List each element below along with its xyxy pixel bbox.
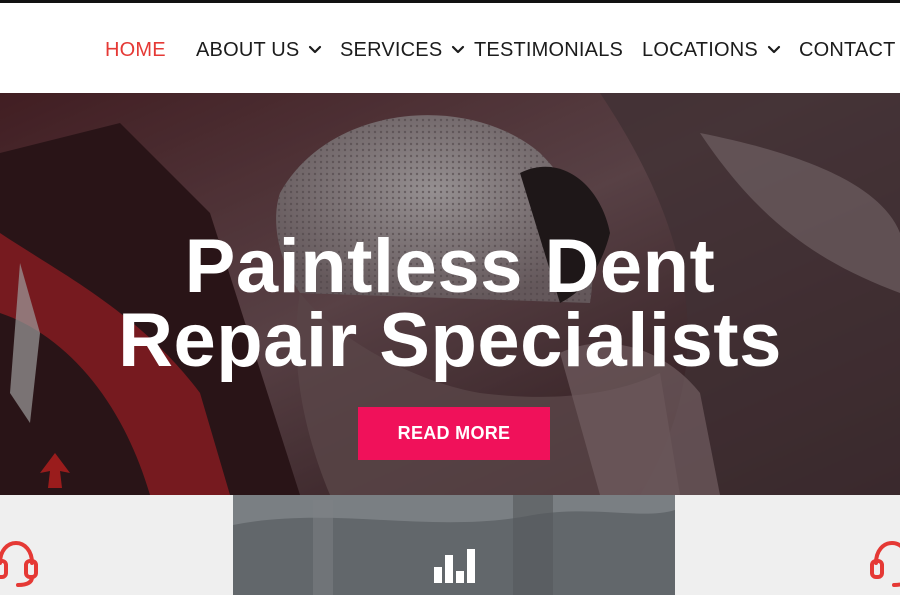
feature-card-left <box>0 495 233 595</box>
nav-item-home[interactable]: HOME <box>105 36 166 64</box>
nav-item-testimonials-label: TESTIMONIALS <box>474 38 624 61</box>
nav-item-contact-us[interactable]: CONTACT US <box>799 36 900 64</box>
headset-icon <box>870 540 900 587</box>
nav-item-testimonials[interactable]: TESTIMONIALS <box>474 36 623 64</box>
hero-title-line-2: Repair Specialists <box>118 298 782 383</box>
hero-title: Paintless Dent Repair Specialists <box>0 224 900 383</box>
nav-item-locations-label: LOCATIONS <box>642 38 758 61</box>
nav-item-about-us[interactable]: ABOUT US <box>196 36 323 64</box>
chevron-down-icon <box>766 42 782 58</box>
nav-item-home-label: HOME <box>105 38 166 61</box>
main-navigation: HOME ABOUT US SERVICES TESTIMONIALS LOCA… <box>0 3 900 93</box>
hero-banner: Paintless Dent Repair Specialists READ M… <box>0 93 900 495</box>
bar-chart-icon <box>434 549 475 583</box>
nav-item-about-us-label: ABOUT US <box>196 38 300 61</box>
chevron-down-icon <box>307 42 323 58</box>
nav-item-services[interactable]: SERVICES <box>340 36 466 64</box>
chevron-down-icon <box>450 42 466 58</box>
read-more-button[interactable]: READ MORE <box>358 407 550 460</box>
feature-card-middle <box>233 495 675 595</box>
nav-item-locations[interactable]: LOCATIONS <box>642 36 782 64</box>
nav-item-contact-us-label: CONTACT US <box>799 38 900 61</box>
nav-item-services-label: SERVICES <box>340 38 443 61</box>
nav-list: HOME ABOUT US SERVICES TESTIMONIALS LOCA… <box>0 3 900 93</box>
hero-title-line-1: Paintless Dent <box>184 224 716 309</box>
headset-icon <box>0 540 38 587</box>
feature-card-right <box>675 495 900 595</box>
features-strip <box>0 495 900 595</box>
